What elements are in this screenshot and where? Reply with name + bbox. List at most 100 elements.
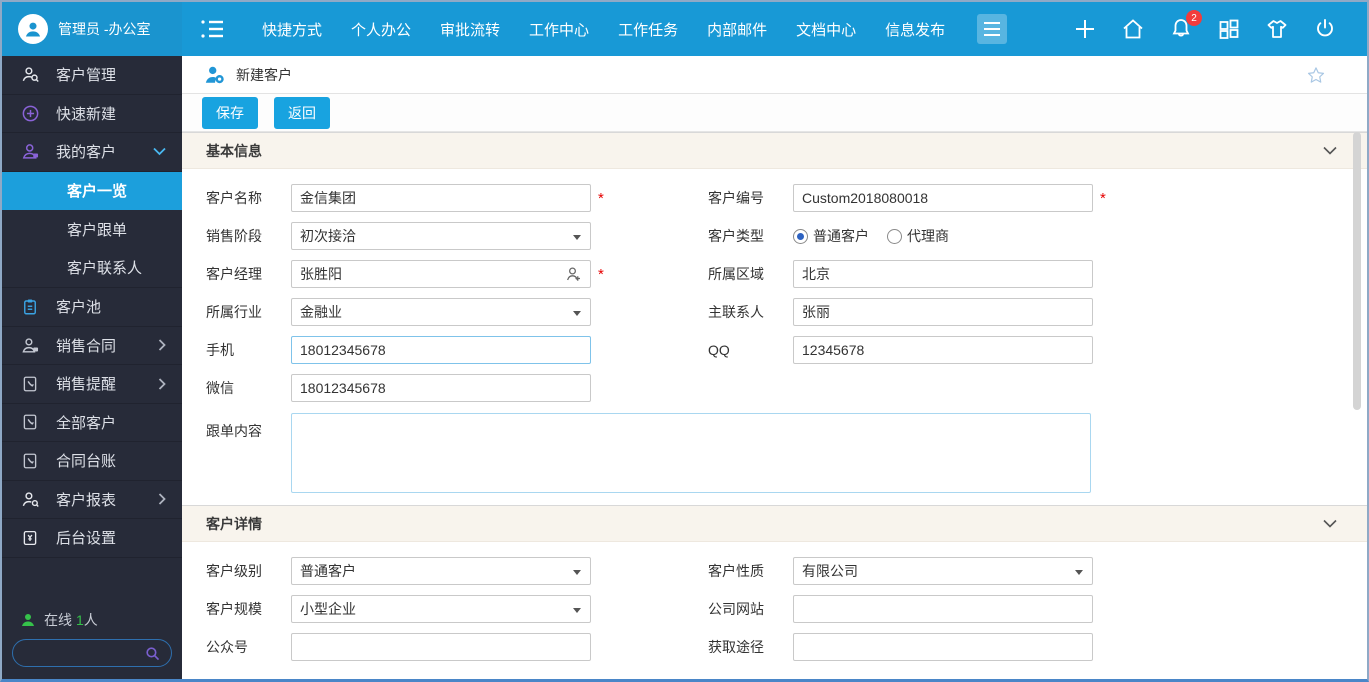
radio-label: 普通客户 <box>813 228 869 244</box>
field-label: QQ <box>708 342 730 358</box>
sidebar-subitem-label: 客户跟单 <box>67 221 128 239</box>
field-label: 所属区域 <box>708 266 764 282</box>
customer-nature-select[interactable]: 有限公司 <box>793 557 1093 585</box>
plus-icon[interactable] <box>1073 17 1097 41</box>
hamburger-icon[interactable] <box>977 14 1008 44</box>
qq-input[interactable] <box>793 336 1093 364</box>
sidebar-item-label: 快速新建 <box>56 105 117 123</box>
selected-value: 小型企业 <box>300 601 356 617</box>
topbar-actions: 2 <box>1073 10 1367 41</box>
magnifier-icon[interactable] <box>144 645 161 662</box>
customer-detail-form: 客户级别 普通客户 客户性质 有限公司 客户规模 小型企业 公司网站 公众号 获… <box>182 542 1367 666</box>
user-block[interactable]: 管理员 -办公室 <box>2 2 182 56</box>
back-button[interactable]: 返回 <box>274 96 330 129</box>
nav-item-document-center[interactable]: 文档中心 <box>796 19 856 40</box>
sidebar-item-label: 我的客户 <box>56 144 117 162</box>
nav-item-work-tasks[interactable]: 工作任务 <box>618 19 678 40</box>
app-window: 管理员 -办公室 快捷方式 个人办公 审批流转 工作中心 工作任务 内部邮件 文… <box>0 0 1369 682</box>
field-label: 所属行业 <box>206 304 262 320</box>
chevron-down-icon[interactable] <box>1323 146 1337 155</box>
chevron-down-icon[interactable] <box>1323 519 1337 528</box>
sidebar-item-sales-contracts[interactable]: 销售合同 <box>2 327 182 365</box>
contact-book-icon <box>20 413 40 431</box>
dropdown-caret-icon <box>573 235 581 240</box>
save-button[interactable]: 保存 <box>202 96 258 129</box>
field-label: 跟单内容 <box>206 423 262 439</box>
radio-icon[interactable] <box>793 228 808 244</box>
shirt-icon[interactable] <box>1265 17 1289 41</box>
sidebar-search[interactable] <box>2 639 172 667</box>
sidebar-item-my-customers[interactable]: 我的客户 <box>2 133 182 172</box>
sidebar-subitem-customer-follow[interactable]: 客户跟单 <box>2 210 182 249</box>
company-website-input[interactable] <box>793 595 1093 623</box>
customer-manager-input[interactable] <box>291 260 591 288</box>
topbar: 管理员 -办公室 快捷方式 个人办公 审批流转 工作中心 工作任务 内部邮件 文… <box>2 2 1367 56</box>
section-customer-detail[interactable]: 客户详情 <box>182 505 1367 542</box>
acquire-channel-input[interactable] <box>793 633 1093 661</box>
customer-name-input[interactable] <box>291 184 591 212</box>
power-icon[interactable] <box>1313 17 1337 41</box>
collapse-menu-icon[interactable] <box>200 18 224 40</box>
section-title: 客户详情 <box>206 515 262 532</box>
selected-value: 普通客户 <box>300 563 356 579</box>
sidebar-subitem-customer-list[interactable]: 客户一览 <box>2 171 182 210</box>
field-label: 主联系人 <box>708 304 764 320</box>
my-customers-submenu: 客户一览 客户跟单 客户联系人 <box>2 171 182 288</box>
nav-item-approval-flow[interactable]: 审批流转 <box>440 19 500 40</box>
apps-icon[interactable] <box>1217 17 1241 41</box>
public-account-input[interactable] <box>291 633 591 661</box>
dropdown-caret-icon <box>573 570 581 575</box>
customer-level-select[interactable]: 普通客户 <box>291 557 591 585</box>
nav-item-personal-office[interactable]: 个人办公 <box>351 19 411 40</box>
field-label: 获取途径 <box>708 639 764 655</box>
sidebar-item-backend-settings[interactable]: 后台设置 <box>2 519 182 558</box>
sidebar-subitem-customer-contacts[interactable]: 客户联系人 <box>2 249 182 288</box>
nav-item-internal-mail[interactable]: 内部邮件 <box>707 19 767 40</box>
field-label: 公司网站 <box>708 601 764 617</box>
customer-no-input[interactable] <box>793 184 1093 212</box>
field-label: 客户名称 <box>206 190 262 206</box>
sidebar-item-customer-pool[interactable]: 客户池 <box>2 288 182 327</box>
settings-book-icon <box>20 529 40 547</box>
vertical-scrollbar[interactable] <box>1353 132 1361 410</box>
sidebar-item-contract-ledger[interactable]: 合同台账 <box>2 442 182 481</box>
sidebar-item-sales-reminder[interactable]: 销售提醒 <box>2 365 182 404</box>
dropdown-caret-icon <box>1075 570 1083 575</box>
dropdown-caret-icon <box>573 608 581 613</box>
customer-scale-select[interactable]: 小型企业 <box>291 595 591 623</box>
nav-item-shortcuts[interactable]: 快捷方式 <box>262 19 322 40</box>
search-input[interactable] <box>2 645 144 661</box>
nav-item-info-publish[interactable]: 信息发布 <box>885 19 945 40</box>
mobile-input[interactable] <box>291 336 591 364</box>
wechat-input[interactable] <box>291 374 591 402</box>
radio-normal-customer[interactable]: 普通客户 <box>793 226 869 246</box>
field-label: 客户编号 <box>708 190 764 206</box>
radio-icon[interactable] <box>887 228 902 244</box>
bell-icon[interactable]: 2 <box>1169 10 1202 41</box>
home-icon[interactable] <box>1121 17 1145 41</box>
star-icon[interactable] <box>1307 66 1325 84</box>
person-add-icon[interactable] <box>565 265 583 283</box>
sidebar-item-all-customers[interactable]: 全部客户 <box>2 404 182 442</box>
top-nav: 快捷方式 个人办公 审批流转 工作中心 工作任务 内部邮件 文档中心 信息发布 <box>262 19 945 40</box>
sales-stage-select[interactable]: 初次接洽 <box>291 222 591 250</box>
follow-content-textarea[interactable] <box>291 413 1091 493</box>
sidebar: 客户管理 快速新建 我的客户 客户一览 客户跟单 客户联系人 客户池 销售合同 … <box>2 56 182 679</box>
sidebar-item-customer-reports[interactable]: 客户报表 <box>2 481 182 519</box>
dropdown-caret-icon <box>573 311 581 316</box>
industry-select[interactable]: 金融业 <box>291 298 591 326</box>
region-input[interactable] <box>793 260 1093 288</box>
sidebar-subitem-label: 客户联系人 <box>67 260 143 278</box>
main-contact-input[interactable] <box>793 298 1093 326</box>
radio-agent[interactable]: 代理商 <box>887 226 949 246</box>
section-basic-info[interactable]: 基本信息 <box>182 132 1367 169</box>
sidebar-subitem-label: 客户一览 <box>67 183 128 201</box>
online-unit: 人 <box>83 612 98 628</box>
online-label: 在线 <box>44 612 72 628</box>
selected-value: 金融业 <box>300 304 342 320</box>
sidebar-item-quick-create[interactable]: 快速新建 <box>2 95 182 133</box>
page-title: 新建客户 <box>236 66 292 83</box>
sidebar-item-label: 客户报表 <box>56 491 117 509</box>
nav-item-work-center[interactable]: 工作中心 <box>529 19 589 40</box>
sidebar-item-customer-management[interactable]: 客户管理 <box>2 56 182 95</box>
